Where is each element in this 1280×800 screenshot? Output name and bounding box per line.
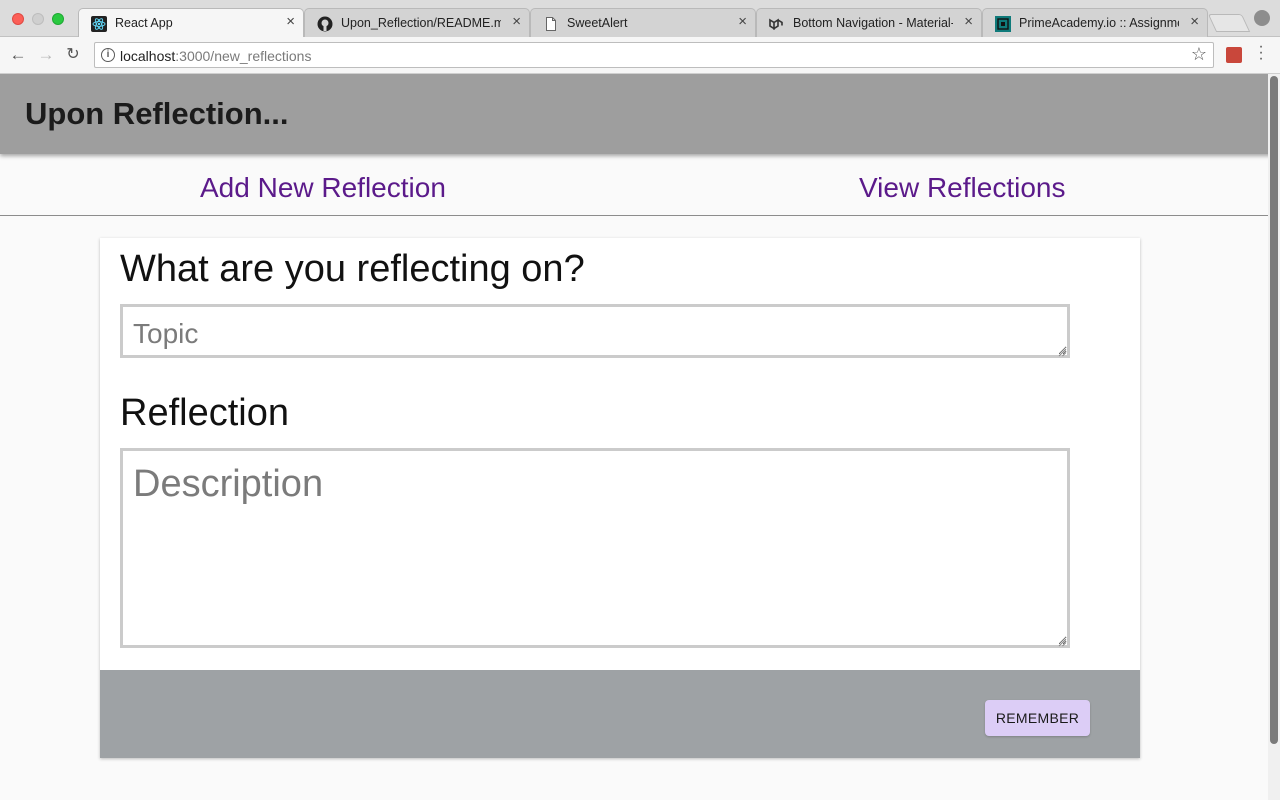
browser-tab-prime-academy[interactable]: PrimeAcademy.io :: Assignments × [982, 8, 1208, 37]
topic-input[interactable] [120, 304, 1070, 358]
close-tab-icon[interactable]: × [738, 13, 747, 30]
browser-tab-material-ui[interactable]: Bottom Navigation - Material-UI × [756, 8, 982, 37]
nav-link-add-new-reflection[interactable]: Add New Reflection [200, 172, 446, 204]
page-scrollbar[interactable] [1268, 74, 1280, 800]
info-icon[interactable]: i [101, 48, 115, 62]
tab-title: Upon_Reflection/README.md [341, 16, 501, 30]
description-input[interactable] [120, 448, 1070, 648]
tab-title: Bottom Navigation - Material-UI [793, 16, 953, 30]
react-icon [91, 16, 107, 32]
tab-title: React App [115, 16, 173, 30]
reload-icon[interactable]: ↻ [63, 45, 83, 65]
browser-menu-icon[interactable]: · · · [1256, 39, 1266, 67]
address-bar[interactable]: i localhost:3000/new_reflections ☆ [94, 42, 1214, 68]
close-tab-icon[interactable]: × [1190, 13, 1199, 30]
url-path: :3000/new_reflections [175, 48, 312, 64]
browser-tab-react-app[interactable]: React App × [78, 8, 304, 37]
browser-tab-sweetalert[interactable]: SweetAlert × [530, 8, 756, 37]
forward-arrow-icon[interactable]: → [36, 45, 56, 65]
minimize-window-button[interactable] [32, 13, 44, 25]
extension-icon[interactable] [1226, 47, 1242, 63]
reflection-heading: Reflection [120, 392, 289, 434]
url-host: localhost [120, 48, 176, 64]
app-bar: Upon Reflection... [0, 74, 1280, 154]
close-tab-icon[interactable]: × [964, 13, 973, 30]
close-window-button[interactable] [12, 13, 24, 25]
browser-tab-readme[interactable]: Upon_Reflection/README.md × [304, 8, 530, 37]
tab-title: PrimeAcademy.io :: Assignments [1019, 16, 1179, 30]
document-icon [543, 16, 559, 32]
url-text[interactable]: localhost:3000/new_reflections [120, 48, 311, 64]
back-arrow-icon[interactable]: ← [8, 45, 28, 65]
github-icon [317, 16, 333, 32]
bookmark-star-icon[interactable]: ☆ [1191, 44, 1207, 65]
profile-icon[interactable] [1254, 10, 1270, 26]
page-content: Upon Reflection... Add New Reflection Vi… [0, 74, 1280, 800]
card-actions: REMEMBER [100, 670, 1140, 758]
material-ui-icon [769, 16, 785, 32]
maximize-window-button[interactable] [52, 13, 64, 25]
scrollbar-thumb[interactable] [1270, 76, 1278, 744]
browser-tabstrip: React App × Upon_Reflection/README.md × … [0, 0, 1280, 37]
remember-button[interactable]: REMEMBER [985, 700, 1090, 736]
close-tab-icon[interactable]: × [286, 13, 295, 30]
nav-divider [0, 215, 1280, 216]
new-tab-button[interactable] [1207, 14, 1251, 32]
prime-academy-icon [995, 16, 1011, 32]
close-tab-icon[interactable]: × [512, 13, 521, 30]
tab-title: SweetAlert [567, 16, 628, 30]
app-title: Upon Reflection... [25, 96, 289, 131]
reflection-form-card: What are you reflecting on? Reflection R… [100, 238, 1140, 758]
topic-heading: What are you reflecting on? [120, 248, 585, 290]
browser-toolbar: ← → ↻ i localhost:3000/new_reflections ☆ [0, 37, 1280, 74]
nav-link-view-reflections[interactable]: View Reflections [859, 172, 1065, 204]
